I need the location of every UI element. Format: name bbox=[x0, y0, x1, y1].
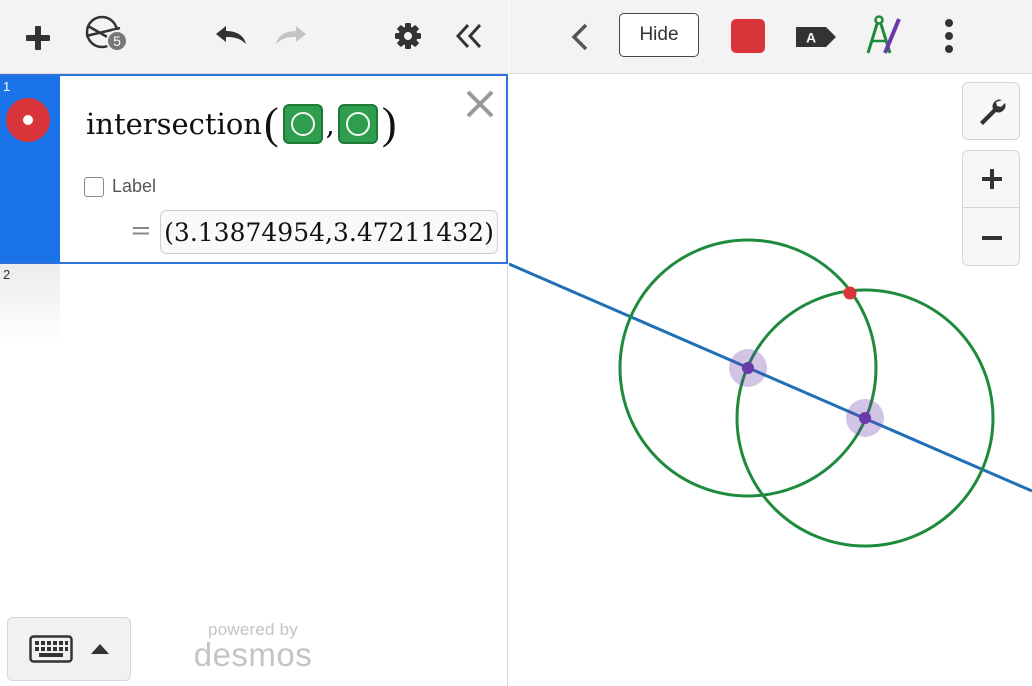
expression-toolbar: 5 bbox=[0, 0, 508, 74]
geometry-object-toolbar: Hide A bbox=[509, 0, 1032, 74]
circle-icon bbox=[290, 112, 315, 136]
undo-icon bbox=[216, 26, 246, 44]
expression-panel: 5 1 intersection (,) Label = (3.138749… bbox=[0, 0, 508, 686]
collapse-panel-button[interactable] bbox=[450, 18, 490, 54]
geometry-tools-button[interactable]: 5 bbox=[80, 10, 134, 66]
undo-button[interactable] bbox=[210, 18, 250, 54]
center-point-left[interactable] bbox=[742, 362, 754, 374]
function-name: intersection bbox=[86, 107, 262, 141]
geometry-count-badge: 5 bbox=[106, 30, 128, 52]
desmos-logo: desmos bbox=[193, 636, 313, 673]
caret-up-icon bbox=[91, 644, 109, 654]
label-tag-icon: A bbox=[796, 27, 836, 47]
vertical-dots-icon bbox=[945, 19, 953, 53]
chevron-left-icon bbox=[571, 23, 588, 51]
keyboard-toggle-button[interactable] bbox=[7, 617, 131, 681]
intersection-point[interactable] bbox=[843, 286, 857, 300]
graph-canvas[interactable] bbox=[509, 75, 1032, 686]
settings-button[interactable] bbox=[390, 18, 426, 54]
point-style-icon[interactable] bbox=[6, 98, 50, 142]
label-checkbox-text: Label bbox=[112, 176, 157, 196]
construction-tools-button[interactable] bbox=[861, 14, 905, 58]
evaluation-equals: = bbox=[130, 216, 152, 246]
hide-button[interactable]: Hide bbox=[619, 13, 699, 57]
wrench-icon bbox=[980, 99, 1006, 125]
circle-token[interactable] bbox=[337, 104, 378, 144]
label-option[interactable]: Label bbox=[84, 176, 156, 197]
zoom-out-button[interactable] bbox=[963, 209, 1019, 265]
delete-expression-button[interactable] bbox=[464, 88, 496, 120]
expression-index: 2 bbox=[3, 267, 11, 282]
more-options-button[interactable] bbox=[937, 16, 961, 56]
point-dot-icon bbox=[23, 115, 33, 125]
zoom-in-button[interactable] bbox=[963, 151, 1019, 208]
graph-drawing bbox=[509, 238, 1032, 548]
minus-icon bbox=[982, 235, 1002, 240]
double-chevron-left-icon bbox=[455, 23, 482, 49]
close-paren: ) bbox=[381, 99, 397, 148]
redo-button[interactable] bbox=[272, 18, 312, 54]
evaluation-result: (3.13874954,3.47211432) bbox=[160, 210, 498, 254]
expression-list: 1 intersection ( , ) Label = (3.13874954… bbox=[0, 74, 508, 344]
circle-icon bbox=[345, 112, 370, 136]
line-through-centers[interactable] bbox=[509, 262, 1032, 493]
close-icon bbox=[466, 90, 494, 118]
expression-gutter: 2 bbox=[0, 264, 60, 344]
plus-icon bbox=[982, 169, 1002, 189]
expression-row[interactable]: 1 intersection ( , ) Label = (3.13874954… bbox=[0, 74, 508, 264]
back-button[interactable] bbox=[565, 20, 595, 54]
open-paren: ( bbox=[263, 99, 279, 148]
label-style-button[interactable]: A bbox=[793, 20, 839, 54]
powered-by-desmos[interactable]: powered by desmos bbox=[188, 620, 318, 673]
circle-token[interactable] bbox=[282, 104, 323, 144]
expression-formula[interactable]: intersection ( , ) bbox=[86, 102, 399, 146]
expression-gutter: 1 bbox=[0, 76, 60, 262]
svg-text:A: A bbox=[806, 30, 816, 46]
argument-separator: , bbox=[325, 107, 335, 141]
plus-icon bbox=[26, 26, 50, 50]
redo-icon bbox=[276, 26, 306, 44]
label-checkbox[interactable] bbox=[84, 176, 104, 197]
center-point-right[interactable] bbox=[859, 412, 871, 424]
add-item-button[interactable] bbox=[18, 18, 58, 58]
compass-icon bbox=[866, 15, 901, 54]
expression-index: 1 bbox=[3, 79, 11, 94]
gear-icon bbox=[395, 23, 421, 49]
zoom-controls bbox=[962, 150, 1020, 266]
graph-settings-button[interactable] bbox=[962, 82, 1020, 140]
expression-row[interactable]: 2 bbox=[0, 264, 508, 344]
color-picker-button[interactable] bbox=[731, 19, 765, 53]
keyboard-icon bbox=[29, 635, 73, 663]
